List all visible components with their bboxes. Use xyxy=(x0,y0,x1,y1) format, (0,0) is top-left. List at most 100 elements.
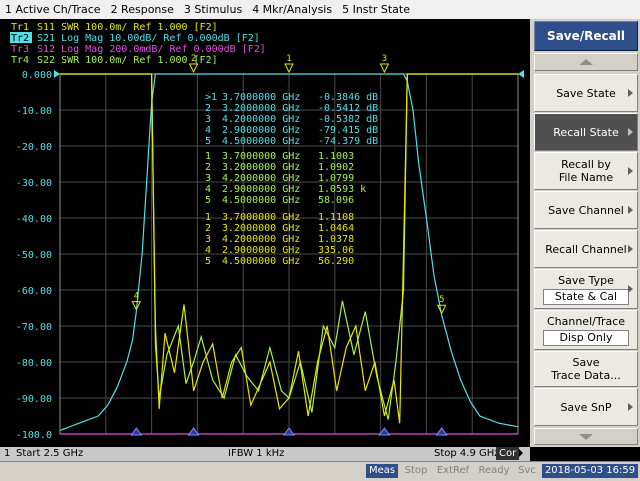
save-type-value: State & Cal xyxy=(543,288,629,305)
file-name-label: File Name xyxy=(558,171,614,184)
marker-readout-index: 3 xyxy=(205,173,211,184)
marker-3-label: 3 xyxy=(382,54,387,64)
marker-readout-freq: 3.7000000 GHz xyxy=(222,212,300,223)
trace-4-label: Tr4 xyxy=(11,55,29,66)
recall-by-label: Recall by xyxy=(561,158,611,171)
y-tick-label: -10.00 xyxy=(16,106,52,117)
correction-badge: Cor xyxy=(496,447,520,460)
marker-readout-value: 1.0378 xyxy=(318,234,354,245)
softkey-panel: Save/Recall Save State Recall State Reca… xyxy=(530,19,640,447)
trace-plot[interactable]: Tr1 S11 SWR 100.0m/ Ref 1.000 [F2] Tr2 S21 … xyxy=(0,19,530,447)
marker-5-label: 5 xyxy=(439,295,444,305)
marker-readout-value: -79.415 dB xyxy=(318,125,378,136)
marker-1-label: 1 xyxy=(286,54,291,64)
marker-readout-freq: 4.2000000 GHz xyxy=(222,234,300,245)
menu-stimulus[interactable]: 3 Stimulus xyxy=(179,3,247,16)
marker-readout-freq: 4.2000000 GHz xyxy=(222,114,300,125)
marker-1-icon[interactable] xyxy=(284,63,294,74)
y-tick-label: -90.00 xyxy=(16,394,52,405)
ready-indicator: Ready xyxy=(478,465,510,476)
marker-4-position-icon xyxy=(130,427,143,436)
save-type-button[interactable]: Save Type State & Cal xyxy=(534,269,638,309)
marker-readout-value: -74.379 dB xyxy=(318,136,378,147)
save-snp-label: Save SnP xyxy=(560,400,612,414)
trace-3-settings: S12 Log Mag 200.0mdB/ Ref 0.000dB [F2] xyxy=(37,44,266,55)
instrument-status-bar: Meas Stop ExtRef Ready Svc 2018-05-03 16… xyxy=(0,461,640,481)
extref-indicator: ExtRef xyxy=(436,465,470,476)
menu-response[interactable]: 2 Response xyxy=(106,3,179,16)
channel-trace-button[interactable]: Channel/Trace Disp Only xyxy=(534,310,638,350)
save-state-button[interactable]: Save State xyxy=(534,74,638,112)
marker-readout-index: >1 xyxy=(205,92,217,103)
marker-readout-value: -0.5382 dB xyxy=(318,114,378,125)
stop-indicator: Stop xyxy=(404,465,428,476)
marker-readout-value: 56.290 xyxy=(318,256,354,267)
scroll-down-button[interactable] xyxy=(534,428,638,445)
marker-4-label: 4 xyxy=(134,292,139,302)
recall-by-file-name-button[interactable]: Recall by File Name xyxy=(534,152,638,190)
submenu-arrow-icon xyxy=(628,128,633,136)
measurement-display[interactable]: Tr1 S11 SWR 100.0m/ Ref 1.000 [F2] Tr2 S21 … xyxy=(0,19,530,447)
softkey-title: Save/Recall xyxy=(534,21,638,51)
marker-3-icon[interactable] xyxy=(379,63,390,74)
y-tick-label: 0.000 xyxy=(22,70,52,81)
marker-readout-value: 58.096 xyxy=(318,195,354,206)
marker-readout-freq: 4.5000000 GHz xyxy=(222,195,300,206)
recall-channel-button[interactable]: Recall Channel xyxy=(534,230,638,268)
save-channel-button[interactable]: Save Channel xyxy=(534,191,638,229)
ref-level-left-icon xyxy=(54,70,60,78)
marker-1-position-icon xyxy=(283,427,295,436)
chevron-down-icon xyxy=(579,433,593,440)
stop-frequency[interactable]: Stop 4.9 GHz xyxy=(434,448,500,459)
save-state-label: Save State xyxy=(556,86,616,100)
date-time: 2018-05-03 16:59 xyxy=(542,464,638,478)
y-tick-label: -100.0 xyxy=(16,430,52,441)
y-tick-label: -70.00 xyxy=(16,322,52,333)
marker-readout-index: 1 xyxy=(205,151,211,162)
channel-trace-value: Disp Only xyxy=(543,329,629,346)
scroll-up-button[interactable] xyxy=(534,53,638,71)
recall-state-label: Recall State xyxy=(553,125,619,139)
trace-3-label: Tr3 xyxy=(11,44,29,55)
menu-instr-state[interactable]: 5 Instr State xyxy=(337,3,415,16)
menu-active-ch-trace[interactable]: 1 Active Ch/Trace xyxy=(0,3,106,16)
start-frequency[interactable]: Start 2.5 GHz xyxy=(16,448,83,459)
channel-trace-label: Channel/Trace xyxy=(546,314,626,328)
svc-indicator: Svc xyxy=(518,465,536,476)
marker-readout-index: 3 xyxy=(205,114,211,125)
marker-readout-value: 1.1108 xyxy=(318,212,354,223)
if-bandwidth[interactable]: IFBW 1 kHz xyxy=(228,448,284,459)
marker-readout-freq: 2.9000000 GHz xyxy=(222,184,300,195)
y-tick-label: -60.00 xyxy=(16,286,52,297)
marker-readout-index: 3 xyxy=(205,234,211,245)
trace-2-settings: S21 Log Mag 10.00dB/ Ref 0.000dB [F2] xyxy=(37,33,260,44)
trace-2-label: Tr2 xyxy=(11,33,29,44)
trace-1-label: Tr1 xyxy=(11,22,29,33)
marker-readout-freq: 4.2000000 GHz xyxy=(222,173,300,184)
save-trace-data-button[interactable]: Save Trace Data... xyxy=(534,351,638,387)
recall-channel-label: Recall Channel xyxy=(545,242,627,256)
menu-bar: 1 Active Ch/Trace 2 Response 3 Stimulus … xyxy=(0,0,640,20)
save-snp-button[interactable]: Save SnP xyxy=(534,388,638,426)
marker-readout-index: 2 xyxy=(205,103,211,114)
marker-readout-value: 1.1003 xyxy=(318,151,354,162)
chevron-up-icon xyxy=(579,59,593,65)
submenu-arrow-icon xyxy=(628,245,633,253)
y-tick-label: -80.00 xyxy=(16,358,52,369)
marker-readout-index: 5 xyxy=(205,136,211,147)
marker-readout-value: -0.5412 dB xyxy=(318,103,378,114)
submenu-arrow-icon xyxy=(628,403,633,411)
marker-readout-index: 4 xyxy=(205,125,211,136)
y-tick-label: -50.00 xyxy=(16,250,52,261)
submenu-arrow-icon xyxy=(628,89,633,97)
marker-readout-index: 5 xyxy=(205,195,211,206)
meas-indicator: Meas xyxy=(366,464,398,478)
marker-readout-value: 1.0799 xyxy=(318,173,354,184)
save-channel-label: Save Channel xyxy=(548,203,624,217)
recall-state-button[interactable]: Recall State xyxy=(534,113,638,151)
save-type-label: Save Type xyxy=(558,273,614,287)
play-icon xyxy=(519,449,523,457)
marker-readout-index: 4 xyxy=(205,245,211,256)
marker-readout-value: -0.3846 dB xyxy=(318,92,378,103)
menu-mkr-analysis[interactable]: 4 Mkr/Analysis xyxy=(247,3,337,16)
